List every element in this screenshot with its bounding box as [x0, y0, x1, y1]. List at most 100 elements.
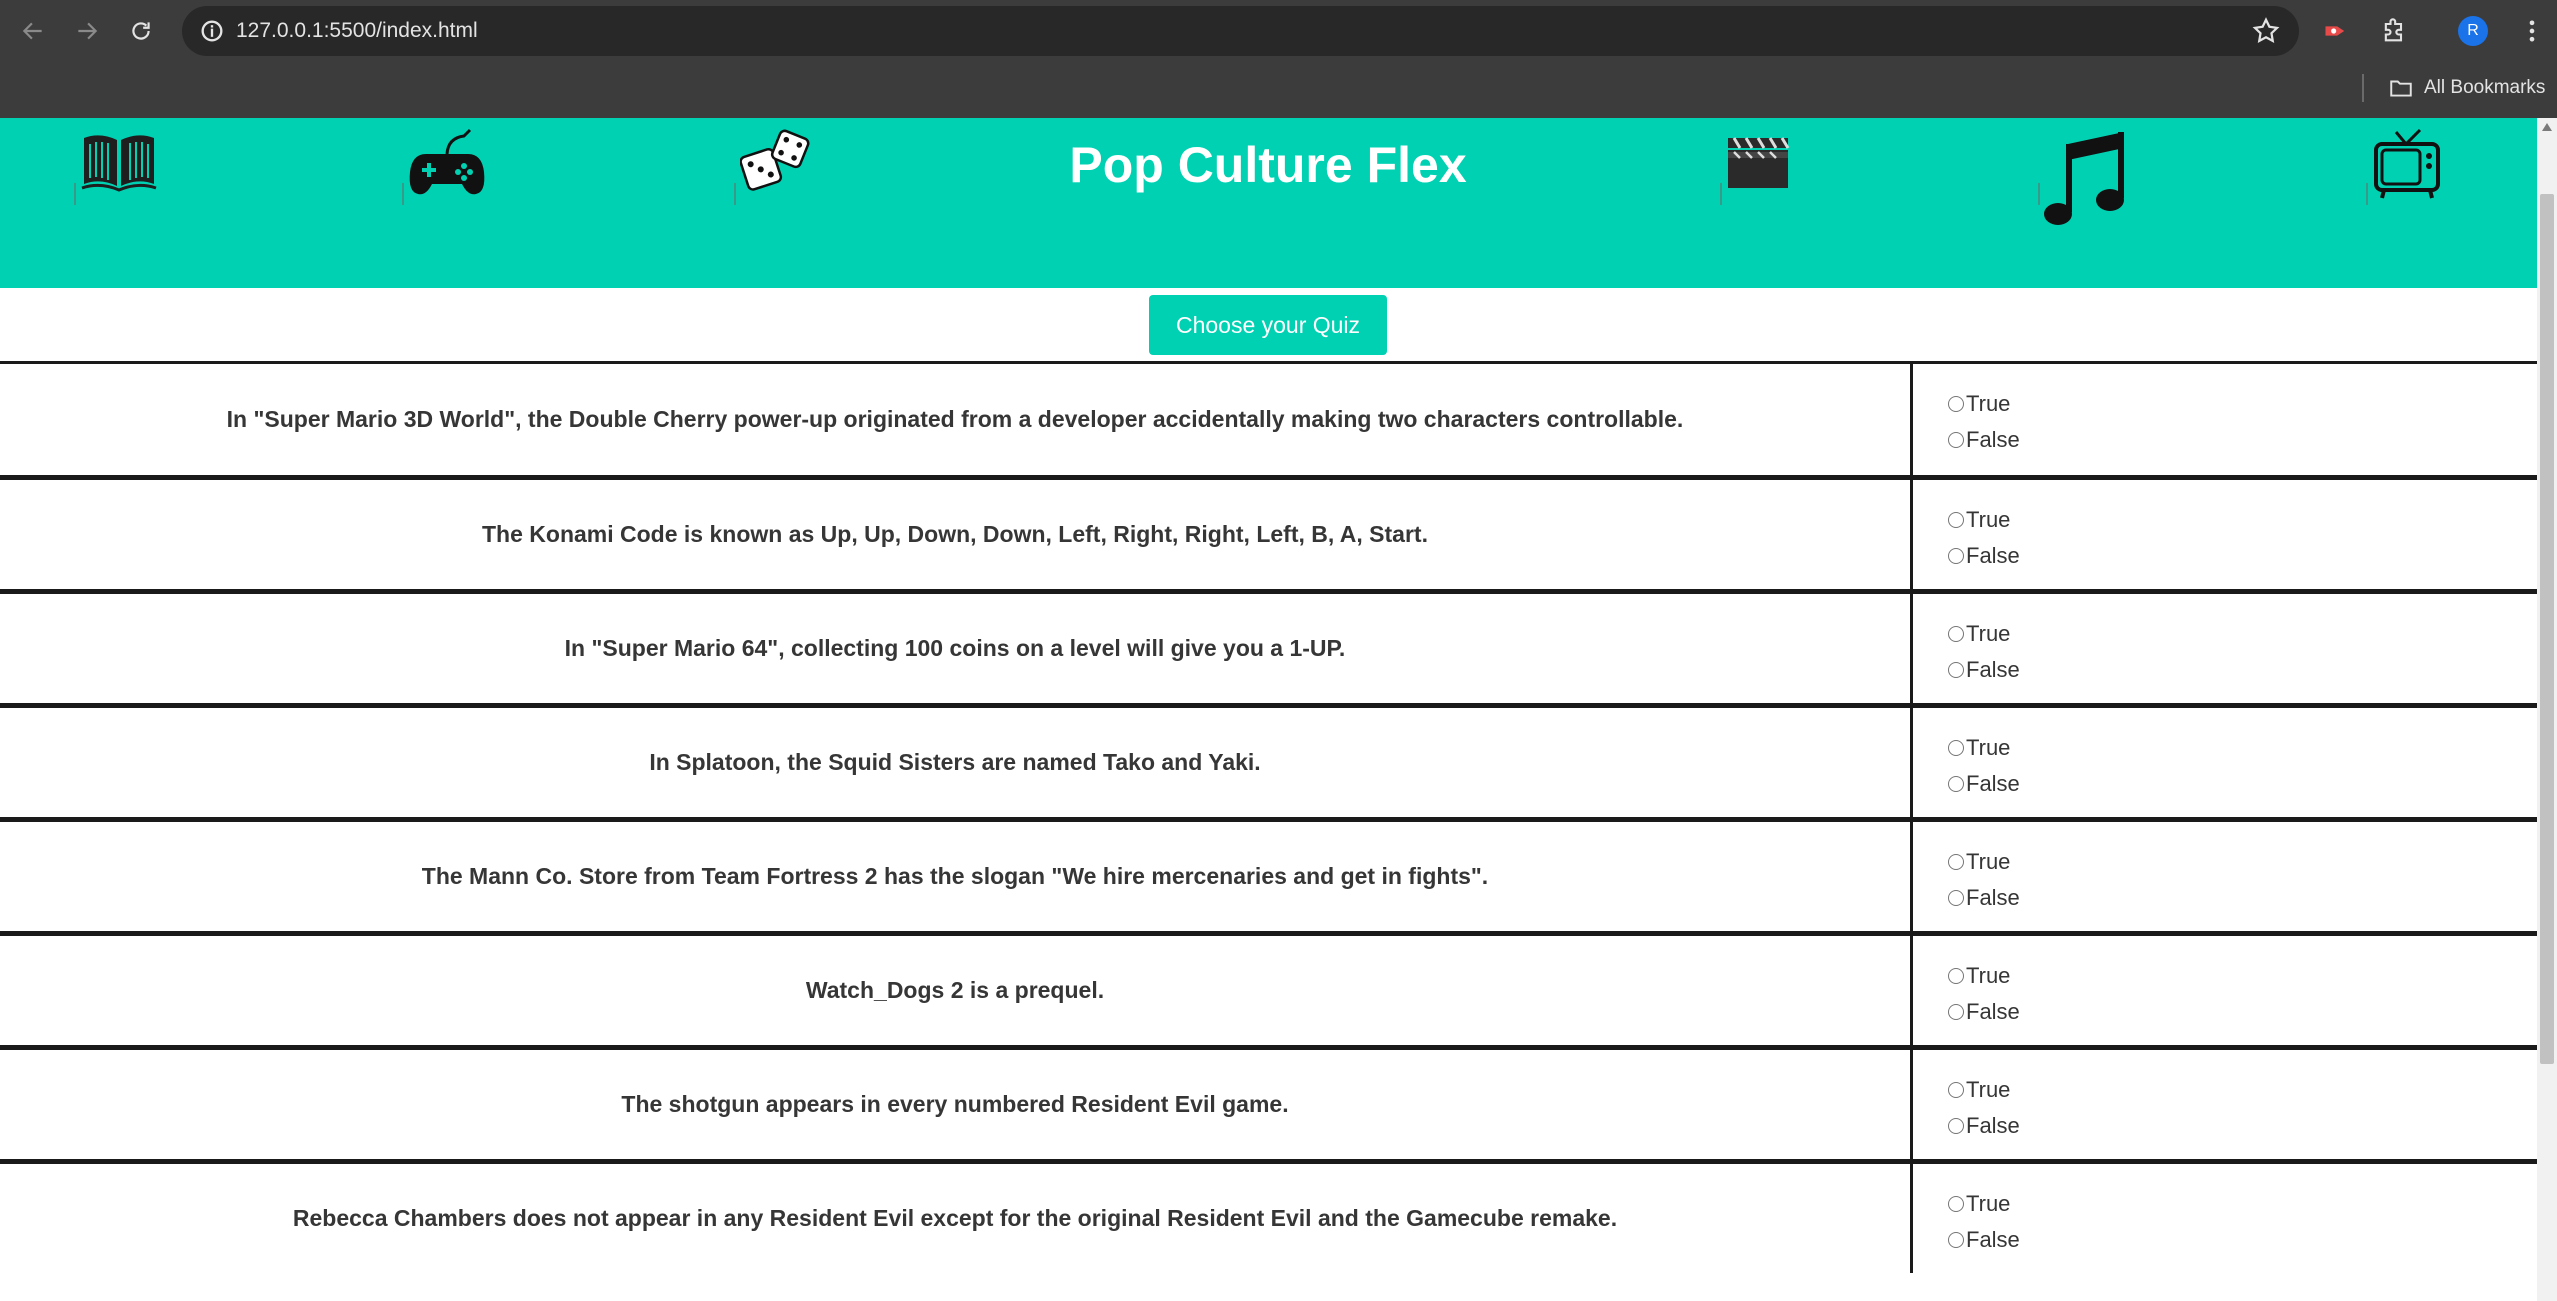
nav-movies[interactable] — [1720, 128, 1790, 205]
column-divider — [1910, 708, 1913, 817]
reload-button[interactable] — [124, 14, 158, 48]
true-radio[interactable] — [1948, 740, 1964, 756]
nav-divider — [1720, 183, 1722, 205]
true-radio[interactable] — [1948, 1196, 1964, 1212]
extension-button[interactable] — [2318, 13, 2354, 49]
answer-options: True False — [1948, 616, 2020, 688]
false-option[interactable]: False — [1948, 1222, 2020, 1258]
false-option[interactable]: False — [1948, 1108, 2020, 1144]
true-label: True — [1966, 1191, 2011, 1216]
question-row: The shotgun appears in every numbered Re… — [0, 1045, 2537, 1159]
true-label: True — [1966, 507, 2011, 532]
false-radio[interactable] — [1948, 776, 1964, 792]
false-option[interactable]: False — [1948, 994, 2020, 1030]
question-text: The Konami Code is known as Up, Up, Down… — [482, 521, 1428, 547]
true-label: True — [1966, 391, 2011, 416]
false-label: False — [1966, 543, 2020, 568]
answer-options: True False — [1948, 730, 2020, 802]
tv-icon — [2374, 128, 2440, 199]
nav-music[interactable] — [2038, 128, 2128, 233]
nav-divider — [2038, 183, 2040, 205]
false-option[interactable]: False — [1948, 766, 2020, 802]
false-radio[interactable] — [1948, 1232, 1964, 1248]
answer-options: True False — [1948, 386, 2020, 458]
false-label: False — [1966, 999, 2020, 1024]
false-option[interactable]: False — [1948, 538, 2020, 574]
gamepad-icon — [409, 128, 485, 195]
url-text[interactable]: 127.0.0.1:5500/index.html — [236, 6, 478, 56]
question-text: In "Super Mario 3D World", the Double Ch… — [226, 406, 1684, 432]
true-option[interactable]: True — [1948, 1072, 2020, 1108]
false-label: False — [1966, 885, 2020, 910]
nav-games[interactable] — [402, 128, 486, 205]
false-radio[interactable] — [1948, 548, 1964, 564]
question-text: In Splatoon, the Squid Sisters are named… — [649, 749, 1261, 775]
clapperboard-icon — [1728, 137, 1790, 188]
true-label: True — [1966, 621, 2011, 646]
forward-button[interactable] — [70, 14, 104, 48]
back-button[interactable] — [16, 14, 50, 48]
true-radio[interactable] — [1948, 854, 1964, 870]
true-option[interactable]: True — [1948, 1186, 2020, 1222]
true-radio[interactable] — [1948, 396, 1964, 412]
true-radio[interactable] — [1948, 1082, 1964, 1098]
true-option[interactable]: True — [1948, 502, 2020, 538]
site-info-icon[interactable] — [198, 17, 226, 45]
false-radio[interactable] — [1948, 662, 1964, 678]
scroll-thumb[interactable] — [2540, 194, 2554, 1064]
column-divider — [1910, 822, 1913, 931]
false-radio[interactable] — [1948, 1118, 1964, 1134]
page-scrollbar[interactable] — [2537, 118, 2557, 1301]
true-radio[interactable] — [1948, 968, 1964, 984]
answer-options: True False — [1948, 958, 2020, 1030]
answer-options: True False — [1948, 1072, 2020, 1144]
choose-quiz-button[interactable]: Choose your Quiz — [1149, 295, 1387, 355]
true-radio[interactable] — [1948, 626, 1964, 642]
browser-chrome: 127.0.0.1:5500/index.html R All Bookmark… — [0, 0, 2557, 118]
nav-divider — [734, 183, 736, 205]
false-option[interactable]: False — [1948, 880, 2020, 916]
page-viewport: Pop Culture Flex Choose your Quiz In "Su… — [0, 118, 2557, 1301]
question-text: In "Super Mario 64", collecting 100 coin… — [564, 635, 1346, 661]
question-row: In "Super Mario 3D World", the Double Ch… — [0, 361, 2537, 475]
nav-divider — [74, 183, 76, 205]
column-divider — [1910, 936, 1913, 1045]
profile-avatar[interactable]: R — [2458, 16, 2488, 46]
question-text: The Mann Co. Store from Team Fortress 2 … — [421, 863, 1489, 889]
bookmark-star-icon[interactable] — [2251, 16, 2281, 46]
true-label: True — [1966, 1077, 2011, 1102]
false-label: False — [1966, 771, 2020, 796]
kebab-menu-icon — [2529, 20, 2535, 42]
browser-menu-button[interactable] — [2514, 13, 2550, 49]
true-option[interactable]: True — [1948, 386, 2020, 422]
true-radio[interactable] — [1948, 512, 1964, 528]
extensions-menu-button[interactable] — [2376, 13, 2412, 49]
extension-record-icon — [2325, 26, 2345, 36]
puzzle-icon — [2384, 18, 2403, 42]
false-radio[interactable] — [1948, 432, 1964, 448]
question-row: In "Super Mario 64", collecting 100 coin… — [0, 589, 2537, 703]
nav-tv[interactable] — [2366, 128, 2442, 205]
true-option[interactable]: True — [1948, 958, 2020, 994]
all-bookmarks-button[interactable]: All Bookmarks — [2388, 70, 2545, 106]
scroll-up-arrow-icon[interactable] — [2541, 122, 2553, 132]
true-option[interactable]: True — [1948, 844, 2020, 880]
question-row: The Mann Co. Store from Team Fortress 2 … — [0, 817, 2537, 931]
true-option[interactable]: True — [1948, 616, 2020, 652]
nav-board-games[interactable] — [734, 128, 810, 205]
answer-options: True False — [1948, 844, 2020, 916]
question-row: Rebecca Chambers does not appear in any … — [0, 1159, 2537, 1273]
page: Pop Culture Flex Choose your Quiz In "Su… — [0, 118, 2537, 1273]
site-title: Pop Culture Flex — [1069, 137, 1467, 193]
answer-options: True False — [1948, 502, 2020, 574]
false-label: False — [1966, 1227, 2020, 1252]
false-label: False — [1966, 1113, 2020, 1138]
false-option[interactable]: False — [1948, 422, 2020, 458]
nav-books[interactable] — [74, 128, 158, 205]
question-text: Rebecca Chambers does not appear in any … — [292, 1205, 1618, 1231]
false-radio[interactable] — [1948, 890, 1964, 906]
false-option[interactable]: False — [1948, 652, 2020, 688]
address-bar[interactable]: 127.0.0.1:5500/index.html — [182, 6, 2299, 56]
false-radio[interactable] — [1948, 1004, 1964, 1020]
true-option[interactable]: True — [1948, 730, 2020, 766]
